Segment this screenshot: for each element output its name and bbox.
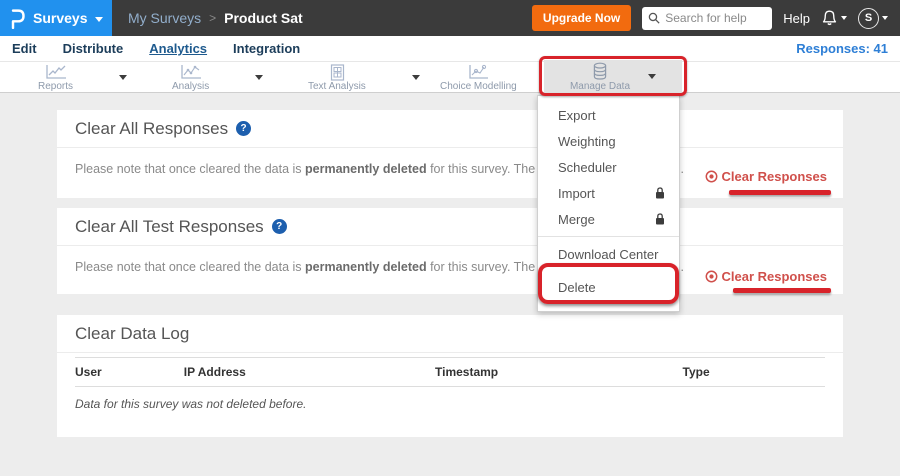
note-bold-text: permanently deleted (305, 260, 427, 274)
note-bold-text: permanently deleted (305, 162, 427, 176)
chevron-down-icon[interactable] (119, 75, 127, 80)
menu-item-import[interactable]: Import (538, 180, 679, 206)
tab-analytics[interactable]: Analytics (149, 41, 207, 56)
clear-test-responses-card: Clear All Test Responses ? Please note t… (57, 208, 843, 294)
tab-integration[interactable]: Integration (233, 41, 300, 56)
lock-icon (655, 187, 665, 199)
chevron-down-icon[interactable] (255, 75, 263, 80)
help-link[interactable]: Help (783, 11, 810, 26)
choice-chart-icon (466, 64, 490, 81)
section-title: Clear All Responses (75, 119, 228, 139)
help-icon[interactable]: ? (236, 121, 251, 136)
help-search-box[interactable] (642, 7, 772, 30)
toolbar-reports[interactable]: Reports (38, 62, 127, 93)
card-header: Clear All Responses ? (57, 110, 843, 148)
table-header-row: User IP Address Timestamp Type (75, 357, 825, 387)
note-text: Please note that once cleared the data i… (75, 162, 305, 176)
account-control[interactable]: S (858, 8, 888, 29)
chevron-down-icon[interactable] (648, 74, 656, 79)
column-header-type: Type (683, 365, 826, 379)
section-title: Clear Data Log (75, 324, 189, 344)
tab-distribute[interactable]: Distribute (63, 41, 124, 56)
menu-separator (538, 236, 679, 237)
notifications-control[interactable] (821, 9, 847, 27)
menu-item-merge[interactable]: Merge (538, 206, 679, 232)
scatter-chart-icon (179, 64, 203, 81)
menu-item-label: Import (558, 186, 595, 201)
toolbar-label: Manage Data (570, 82, 630, 92)
clear-data-log-card: Clear Data Log User IP Address Timestamp… (57, 315, 843, 437)
toolbar-label: Analysis (172, 82, 209, 92)
line-chart-icon (44, 64, 68, 81)
note-text: Please note that once cleared the data i… (75, 260, 305, 274)
chevron-down-icon (841, 16, 847, 20)
column-header-user: User (75, 365, 184, 379)
top-header: Surveys My Surveys > Product Sat Upgrade… (0, 0, 900, 36)
survey-nav: Edit Distribute Analytics Integration Re… (0, 36, 900, 62)
toolbar-analysis[interactable]: Analysis (172, 62, 263, 93)
header-right-group: Upgrade Now Help S (532, 5, 900, 31)
breadcrumb-parent[interactable]: My Surveys (128, 10, 201, 26)
clear-target-icon (705, 170, 718, 183)
clear-responses-button[interactable]: Clear Responses (705, 169, 828, 184)
clear-test-responses-button[interactable]: Clear Responses (705, 269, 828, 284)
menu-item-label: Merge (558, 212, 595, 227)
search-icon (648, 12, 660, 24)
data-log-table: User IP Address Timestamp Type Data for … (75, 357, 825, 421)
clear-target-icon (705, 270, 718, 283)
toolbar-label: Choice Modelling (440, 82, 517, 92)
empty-log-message: Data for this survey was not deleted bef… (75, 387, 825, 421)
clear-responses-label: Clear Responses (722, 269, 828, 284)
column-header-ip: IP Address (184, 365, 435, 379)
brand-logo-icon (10, 8, 25, 29)
clear-responses-label: Clear Responses (722, 169, 828, 184)
avatar: S (858, 8, 879, 29)
menu-item-label: Export (558, 108, 596, 123)
menu-item-label: Weighting (558, 134, 616, 149)
toolbar-manage-data[interactable]: Manage Data (544, 60, 682, 93)
chevron-down-icon[interactable] (412, 75, 420, 80)
tab-edit[interactable]: Edit (12, 41, 37, 56)
app-title: Surveys (33, 10, 87, 26)
breadcrumb-current: Product Sat (224, 10, 303, 26)
analytics-toolbar: Reports Analysis Text Analysis Choice Mo… (0, 62, 900, 93)
manage-data-menu: Export Weighting Scheduler Import Merge … (537, 95, 680, 312)
document-grid-icon (328, 64, 346, 81)
logo-area[interactable]: Surveys (0, 0, 112, 36)
search-input[interactable] (665, 11, 766, 25)
bell-icon (821, 9, 838, 27)
chevron-down-icon (882, 16, 888, 20)
toolbar-label: Text Analysis (308, 82, 366, 92)
help-icon[interactable]: ? (272, 219, 287, 234)
card-header: Clear All Test Responses ? (57, 208, 843, 246)
card-header: Clear Data Log (57, 315, 843, 353)
column-header-timestamp: Timestamp (435, 365, 683, 379)
menu-item-weighting[interactable]: Weighting (538, 128, 679, 154)
database-icon (591, 62, 609, 81)
toolbar-text-analysis[interactable]: Text Analysis (308, 62, 420, 93)
menu-item-download-center[interactable]: Download Center (538, 241, 679, 267)
menu-item-delete[interactable]: Delete (538, 271, 679, 303)
lock-icon (655, 213, 665, 225)
upgrade-now-button[interactable]: Upgrade Now (532, 5, 631, 31)
menu-item-label: Scheduler (558, 160, 617, 175)
section-title: Clear All Test Responses (75, 217, 264, 237)
menu-item-export[interactable]: Export (538, 102, 679, 128)
responses-count[interactable]: Responses: 41 (796, 41, 888, 56)
menu-item-scheduler[interactable]: Scheduler (538, 154, 679, 180)
chevron-down-icon (95, 17, 103, 22)
menu-item-label: Download Center (558, 247, 658, 262)
breadcrumb: My Surveys > Product Sat (128, 10, 303, 26)
breadcrumb-separator: > (209, 11, 216, 25)
menu-item-label: Delete (558, 280, 596, 295)
clear-all-responses-card: Clear All Responses ? Please note that o… (57, 110, 843, 198)
toolbar-label: Reports (38, 82, 73, 92)
